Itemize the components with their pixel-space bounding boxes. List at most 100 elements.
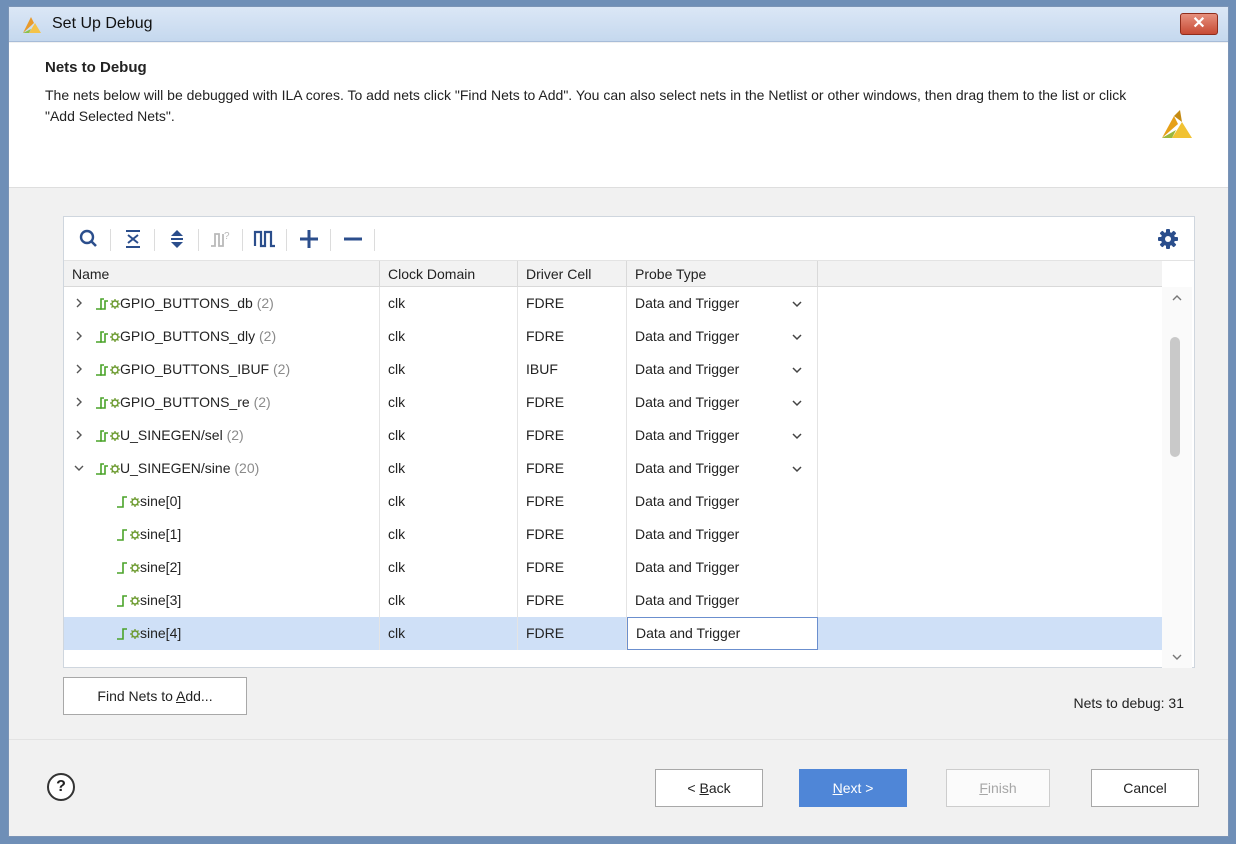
net-name: GPIO_BUTTONS_dly — [120, 328, 256, 344]
chevron-right-icon[interactable] — [74, 298, 84, 308]
table-row[interactable]: GPIO_BUTTONS_dly (2) clk FDRE Data and Trig… — [64, 320, 1162, 353]
net-name: U_SINEGEN/sel — [120, 427, 223, 443]
column-header-driver-cell[interactable]: Driver Cell — [518, 261, 627, 287]
table-row[interactable]: sine[0] clk FDRE Data and Trigger — [64, 485, 1162, 518]
clock-domain-cell: clk — [380, 320, 518, 353]
chevron-down-icon[interactable] — [791, 365, 803, 375]
probe-type-select[interactable]: Data and Trigger — [627, 386, 818, 419]
search-icon[interactable] — [76, 226, 102, 252]
toolbar-divider — [198, 229, 199, 251]
back-button[interactable]: < Back — [655, 769, 763, 807]
table-row[interactable]: sine[3] clk FDRE Data and Trigger — [64, 584, 1162, 617]
next-button[interactable]: Next > — [799, 769, 907, 807]
probe-type-select[interactable]: Data and Trigger — [627, 419, 818, 452]
help-icon[interactable]: ? — [47, 773, 75, 801]
chevron-down-icon[interactable] — [791, 464, 803, 474]
driver-cell-cell: FDRE — [518, 518, 627, 551]
net-name-wrapper: GPIO_BUTTONS_re (2) — [120, 386, 271, 419]
probe-type-select[interactable]: Data and Trigger — [627, 485, 818, 518]
chevron-down-icon[interactable] — [791, 299, 803, 309]
probe-type-select[interactable]: Data and Trigger — [627, 551, 818, 584]
set-up-debug-dialog: Set Up Debug ✕ Nets to Debug The nets be… — [8, 6, 1229, 837]
driver-cell-cell: FDRE — [518, 419, 627, 452]
probe-type-value: Data and Trigger — [635, 361, 740, 377]
button-label: dd... — [185, 688, 213, 704]
chevron-right-icon[interactable] — [74, 430, 84, 440]
nets-table-body: GPIO_BUTTONS_db (2) clk FDRE Data and Trigg… — [64, 287, 1162, 668]
vertical-scrollbar[interactable] — [1162, 287, 1192, 668]
net-name-wrapper: U_SINEGEN/sel (2) — [120, 419, 244, 452]
toolbar-divider — [154, 229, 155, 251]
table-row[interactable]: GPIO_BUTTONS_IBUF (2) clk IBUF Data and Tri… — [64, 353, 1162, 386]
clock-domain-cell: clk — [380, 584, 518, 617]
finish-button[interactable]: Finish — [946, 769, 1050, 807]
chevron-right-icon[interactable] — [74, 364, 84, 374]
probe-type-value: Data and Trigger — [635, 427, 740, 443]
net-name: GPIO_BUTTONS_re — [120, 394, 250, 410]
table-row[interactable]: sine[1] clk FDRE Data and Trigger — [64, 518, 1162, 551]
net-bit-count: (20) — [234, 460, 260, 476]
chevron-down-icon[interactable] — [791, 332, 803, 342]
net-name-cell: U_SINEGEN/sel (2) — [64, 419, 380, 452]
clock-domain-cell: clk — [380, 419, 518, 452]
table-row[interactable]: GPIO_BUTTONS_db (2) clk FDRE Data and Trigg… — [64, 287, 1162, 320]
table-row[interactable]: U_SINEGEN/sel (2) clk FDRE Data and Trigger — [64, 419, 1162, 452]
net-name-cell: sine[1] — [64, 518, 380, 551]
vivado-app-icon — [23, 17, 41, 33]
button-mnemonic: F — [979, 780, 988, 796]
scroll-down-arrow-icon[interactable] — [1171, 652, 1183, 662]
driver-cell-cell: IBUF — [518, 353, 627, 386]
probe-type-select[interactable]: Data and Trigger — [627, 584, 818, 617]
driver-cell-cell: FDRE — [518, 551, 627, 584]
net-name: GPIO_BUTTONS_IBUF — [120, 361, 270, 377]
probe-type-value: Data and Trigger — [636, 625, 741, 641]
probe-type-value: Data and Trigger — [635, 328, 740, 344]
table-row[interactable]: sine[2] clk FDRE Data and Trigger — [64, 551, 1162, 584]
probe-type-value: Data and Trigger — [635, 592, 740, 608]
probe-type-select[interactable]: Data and Trigger — [627, 452, 818, 485]
expand-all-icon[interactable] — [164, 226, 190, 252]
scroll-up-arrow-icon[interactable] — [1171, 293, 1183, 303]
chevron-right-icon[interactable] — [74, 331, 84, 341]
probe-type-select[interactable]: Data and Trigger — [627, 353, 818, 386]
chevron-down-icon[interactable] — [74, 463, 84, 473]
net-name: GPIO_BUTTONS_db — [120, 295, 253, 311]
probe-type-value: Data and Trigger — [635, 526, 740, 542]
chevron-right-icon[interactable] — [74, 397, 84, 407]
toolbar-divider — [110, 229, 111, 251]
driver-cell-cell: FDRE — [518, 287, 627, 320]
probe-type-value: Data and Trigger — [635, 460, 740, 476]
column-header-probe-type[interactable]: Probe Type — [627, 261, 818, 287]
gear-icon[interactable] — [1156, 227, 1180, 251]
waveform-icon[interactable] — [252, 226, 278, 252]
net-name-wrapper: GPIO_BUTTONS_IBUF (2) — [120, 353, 290, 386]
probe-type-select[interactable]: Data and Trigger — [627, 617, 818, 650]
table-row[interactable]: GPIO_BUTTONS_re (2) clk FDRE Data and Trigg… — [64, 386, 1162, 419]
column-header-name[interactable]: Name — [64, 261, 380, 287]
column-header-clock-domain[interactable]: Clock Domain — [380, 261, 518, 287]
net-bit-count: (2) — [273, 361, 291, 377]
net-bit-count: (2) — [226, 427, 244, 443]
nets-toolbar: ? — [64, 217, 1194, 261]
probe-type-select[interactable]: Data and Trigger — [627, 287, 818, 320]
probe-type-select[interactable]: Data and Trigger — [627, 518, 818, 551]
nets-panel: ? Name Clock Domain Driver Cell Probe Ty… — [63, 216, 1195, 668]
remove-icon[interactable] — [340, 226, 366, 252]
cancel-button[interactable]: Cancel — [1091, 769, 1199, 807]
scrollbar-thumb[interactable] — [1170, 337, 1180, 457]
net-name-cell: sine[3] — [64, 584, 380, 617]
probe-type-value: Data and Trigger — [635, 295, 740, 311]
net-name: sine[0] — [140, 493, 182, 509]
probe-type-select[interactable]: Data and Trigger — [627, 320, 818, 353]
close-button[interactable]: ✕ — [1180, 13, 1218, 35]
collapse-all-icon[interactable] — [120, 226, 146, 252]
toolbar-divider — [374, 229, 375, 251]
clock-domain-cell: clk — [380, 452, 518, 485]
chevron-down-icon[interactable] — [791, 398, 803, 408]
find-nets-to-add-button[interactable]: Find Nets to Add... — [63, 677, 247, 715]
net-name: U_SINEGEN/sine — [120, 460, 231, 476]
table-row[interactable]: U_SINEGEN/sine (20) clk FDRE Data and Trigg… — [64, 452, 1162, 485]
add-icon[interactable] — [296, 226, 322, 252]
chevron-down-icon[interactable] — [791, 431, 803, 441]
table-row[interactable]: sine[4] clk FDRE Data and Trigger — [64, 617, 1162, 650]
